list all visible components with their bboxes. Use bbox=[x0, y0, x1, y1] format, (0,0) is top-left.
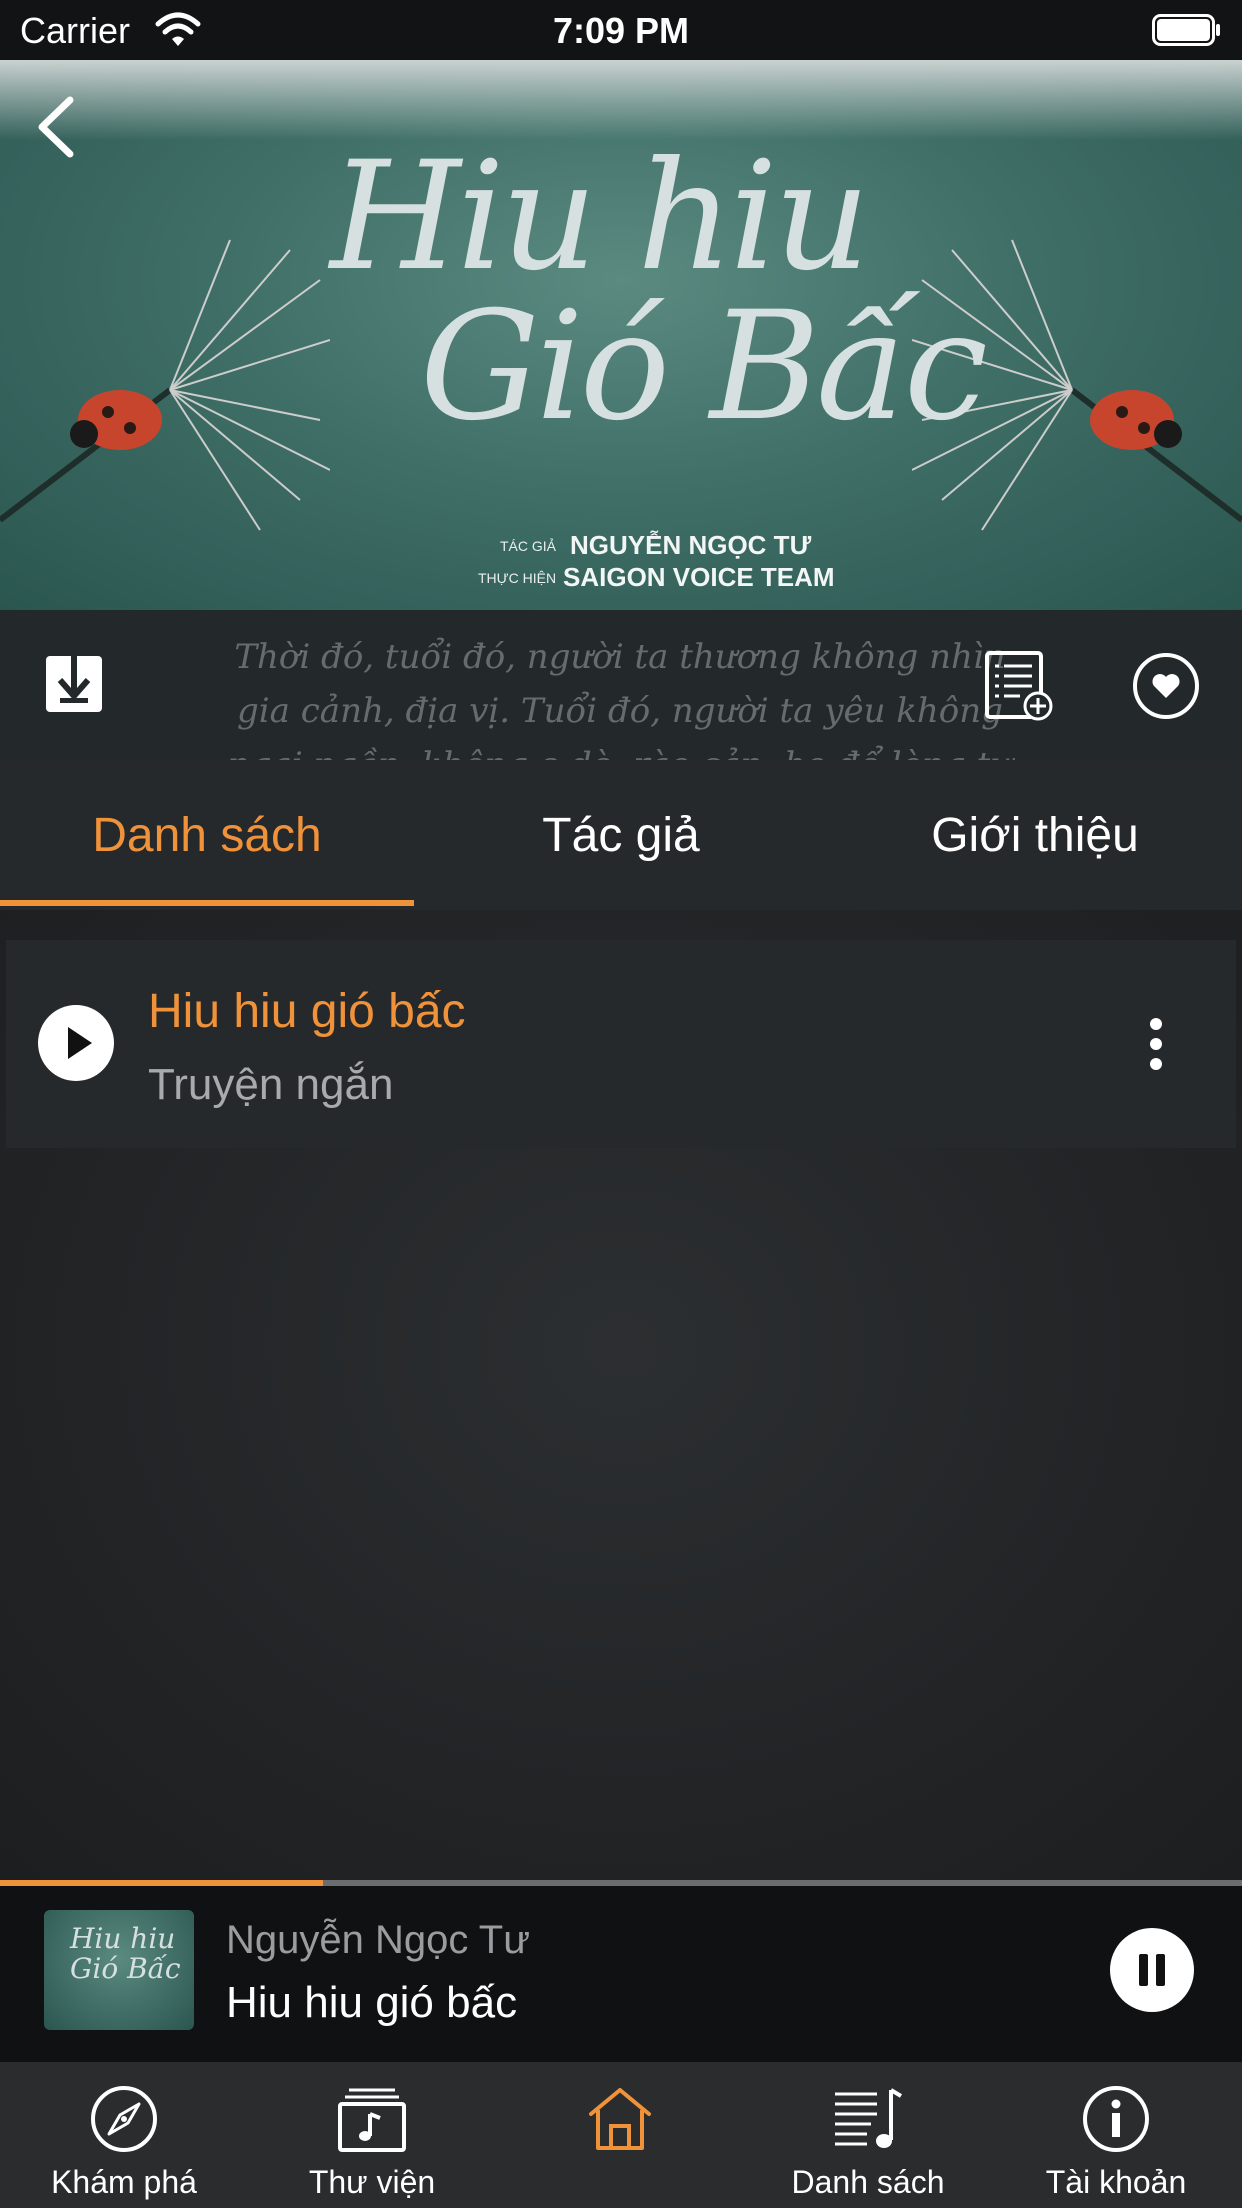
cover-author-label: TÁC GIẢ bbox=[500, 538, 557, 554]
segment-tabs: Danh sách Tác giả Giới thiệu bbox=[0, 760, 1242, 910]
tabbar-label-playlist: Danh sách bbox=[791, 2164, 945, 2200]
active-tab-indicator bbox=[0, 900, 414, 906]
cover-title-line-2: Gió Bấc bbox=[420, 280, 988, 454]
now-playing-artist: Nguyễn Ngọc Tư bbox=[226, 1918, 530, 1962]
compass-icon bbox=[91, 2086, 157, 2152]
cover-banner: Hiu hiu Gió Bấc TÁC GIẢ NGUYỄN NGỌC TƯ T… bbox=[0, 60, 1242, 610]
tab-introduction[interactable]: Giới thiệu bbox=[828, 760, 1242, 910]
tabbar-label-account: Tài khoản bbox=[1045, 2164, 1187, 2200]
tabbar-label-explore: Khám phá bbox=[51, 2164, 197, 2200]
pause-icon[interactable] bbox=[1110, 1928, 1194, 2012]
list-item[interactable] bbox=[6, 940, 1236, 1148]
battery-icon bbox=[1152, 14, 1220, 46]
cover-producer-label: THỰC HIỆN bbox=[478, 570, 557, 586]
cover-quote-strip: Thời đó, tuổi đó, người ta thương không … bbox=[0, 610, 1242, 760]
tabbar-item-playlist[interactable]: Danh sách bbox=[744, 2062, 992, 2208]
tabbar-item-library[interactable]: Thư viện bbox=[248, 2062, 496, 2208]
add-to-playlist-icon[interactable] bbox=[984, 650, 1054, 722]
play-icon[interactable] bbox=[38, 1005, 114, 1081]
status-bar: Carrier 7:09 PM bbox=[0, 0, 1242, 60]
status-time: 7:09 PM bbox=[552, 10, 690, 51]
tab-author[interactable]: Tác giả bbox=[414, 760, 828, 910]
back-chevron-icon[interactable] bbox=[30, 92, 86, 162]
tabbar-item-home[interactable] bbox=[496, 2062, 744, 2208]
home-icon bbox=[589, 2088, 651, 2150]
cover-title-line-1: Hiu hiu bbox=[330, 130, 870, 304]
cover-fade bbox=[0, 60, 1242, 140]
track-title: Hiu hiu gió bấc bbox=[148, 985, 466, 1038]
cover-quote: Thời đó, tuổi đó, người ta thương không … bbox=[228, 637, 1012, 760]
download-icon[interactable] bbox=[44, 648, 104, 714]
playlist-icon bbox=[835, 2088, 903, 2148]
music-library-icon bbox=[338, 2088, 406, 2152]
now-playing-title: Hiu hiu gió bấc bbox=[226, 1978, 518, 2027]
tabbar-label-library: Thư viện bbox=[308, 2164, 436, 2200]
now-playing-cover-text: Hiu hiu Gió Bấc bbox=[70, 1922, 181, 1985]
dandelion-ladybug-illustration bbox=[0, 239, 330, 531]
more-vertical-icon[interactable] bbox=[1144, 1016, 1168, 1072]
info-icon bbox=[1083, 2086, 1149, 2152]
cover-producer: SAIGON VOICE TEAM bbox=[563, 562, 835, 592]
tab-list[interactable]: Danh sách bbox=[0, 760, 414, 910]
track-subtitle: Truyện ngắn bbox=[148, 1060, 394, 1109]
now-playing-cover: Hiu hiu Gió Bấc bbox=[44, 1910, 194, 2030]
tabbar-item-explore[interactable]: Khám phá bbox=[0, 2062, 248, 2208]
tabbar-item-account[interactable]: Tài khoản bbox=[992, 2062, 1240, 2208]
cover-author: NGUYỄN NGỌC TƯ bbox=[570, 530, 812, 560]
heart-icon[interactable] bbox=[1132, 652, 1200, 720]
